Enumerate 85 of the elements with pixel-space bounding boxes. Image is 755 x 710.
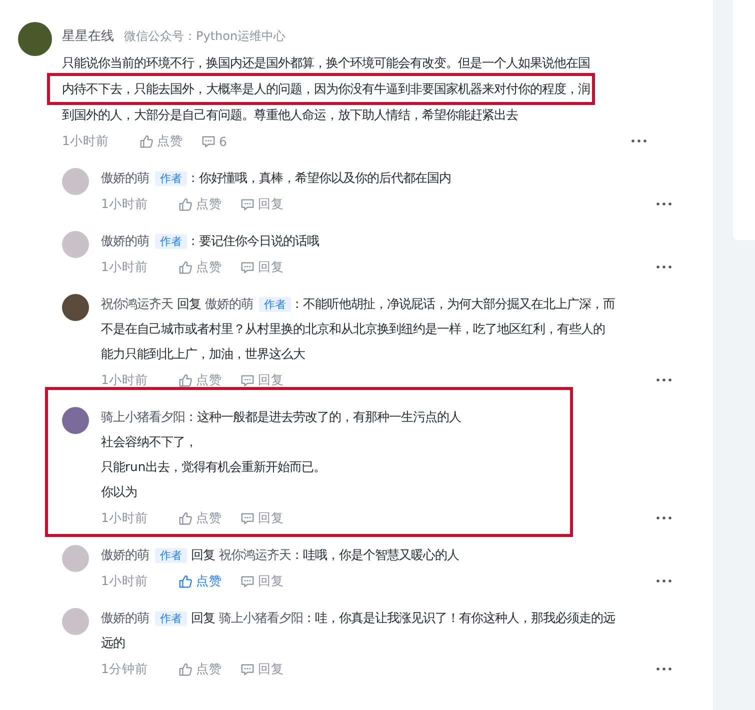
- author-badge: 作者: [259, 297, 291, 312]
- comment-icon: [240, 196, 255, 212]
- timestamp: 1小时前: [62, 132, 109, 150]
- thumbs-up-icon: [178, 510, 193, 526]
- reply-text: 要记住你今日说的话哦: [199, 234, 320, 248]
- timestamp: 1小时前: [101, 196, 148, 212]
- reply-to-name[interactable]: 傲娇的萌: [205, 297, 253, 311]
- reply-text: 这种一般都是进去劳改了的，有那种一生污点的人: [197, 410, 462, 424]
- reply-text: 远的: [101, 636, 125, 650]
- more-icon[interactable]: [656, 202, 672, 206]
- author-name[interactable]: 祝你鸿运齐天: [101, 297, 173, 311]
- thumbs-up-icon: [138, 134, 154, 148]
- reply-button[interactable]: 回复: [240, 572, 284, 590]
- timestamp: 1小时前: [101, 372, 148, 388]
- reply-text: 只能run出去，觉得有机会重新开始而已。: [101, 460, 326, 474]
- like-button[interactable]: 点赞: [178, 258, 222, 276]
- reply-button[interactable]: 回复: [240, 258, 284, 276]
- author-source: 微信公众号：Python运维中心: [124, 28, 286, 45]
- separator: :: [191, 234, 196, 248]
- more-icon[interactable]: [656, 265, 672, 269]
- comment-icon: [240, 372, 255, 388]
- author-name[interactable]: 骑上小猪看夕阳: [101, 410, 185, 424]
- avatar[interactable]: [62, 407, 89, 434]
- reply-text: 你好懂哦，真棒，希望你以及你的后代都在国内: [199, 171, 452, 185]
- author-badge: 作者: [155, 234, 187, 249]
- timestamp: 1小时前: [101, 572, 148, 590]
- author-badge: 作者: [155, 171, 187, 186]
- like-button[interactable]: 点赞: [178, 372, 222, 388]
- reply-count-button[interactable]: 6: [200, 134, 227, 148]
- more-icon[interactable]: [656, 579, 672, 583]
- more-icon[interactable]: [656, 516, 672, 520]
- like-button[interactable]: 点赞: [178, 572, 222, 590]
- author-badge: 作者: [155, 548, 187, 563]
- timestamp: 1小时前: [101, 510, 148, 526]
- reply-text: 哇，你真是让我涨见识了！有你这种人，那我必须走的远: [315, 611, 616, 625]
- comment-icon: [240, 662, 255, 676]
- timestamp: 1分钟前: [101, 660, 148, 678]
- reply-text: 社会容纳不下了，: [101, 435, 197, 449]
- author-name[interactable]: 傲娇的萌: [101, 611, 149, 625]
- reply-text: 你以为: [101, 485, 137, 499]
- separator: :: [295, 548, 300, 562]
- reply-label: 回复: [191, 548, 215, 562]
- avatar[interactable]: [18, 22, 52, 56]
- like-button[interactable]: 点赞: [178, 196, 222, 212]
- reply-button[interactable]: 回复: [240, 372, 284, 388]
- author-name[interactable]: 傲娇的萌: [101, 234, 149, 248]
- timestamp: 1小时前: [101, 258, 148, 276]
- thumbs-up-icon: [178, 574, 193, 588]
- reply-button[interactable]: 回复: [240, 660, 284, 678]
- reply-text: 哇哦，你是个智慧又暖心的人: [303, 548, 460, 562]
- comment-icon: [200, 134, 216, 148]
- reply-label: 回复: [191, 611, 215, 625]
- more-icon[interactable]: [656, 667, 672, 671]
- author-badge: 作者: [155, 611, 187, 626]
- like-button[interactable]: 点赞: [138, 132, 183, 150]
- reply-to-name[interactable]: 祝你鸿运齐天: [219, 548, 291, 562]
- thumbs-up-icon: [178, 196, 193, 212]
- like-button[interactable]: 点赞: [178, 510, 222, 526]
- separator: :: [191, 171, 196, 185]
- avatar[interactable]: [62, 294, 89, 321]
- separator: :: [189, 410, 194, 424]
- comment-text-line: 到国外的人，大部分是自己有问题。尊重他人命运，放下助人情结，希望你能赶紧出去: [62, 107, 518, 124]
- reply-text: 不是在自己城市或者村里？从村里换的北京和从北京换到纽约是一样，吃了地区红利，有些人的: [101, 322, 605, 336]
- reply-text: 能力只能到北上广，加油，世界这么大: [101, 347, 305, 361]
- comment-icon: [240, 574, 255, 588]
- more-icon[interactable]: [631, 139, 647, 143]
- author-name[interactable]: 傲娇的萌: [101, 548, 149, 562]
- reply-to-name[interactable]: 骑上小猪看夕阳: [219, 611, 303, 625]
- separator: :: [295, 297, 300, 311]
- reply-label: 回复: [177, 297, 201, 311]
- author-name[interactable]: 星星在线: [62, 23, 114, 51]
- thumbs-up-icon: [178, 260, 193, 274]
- author-name[interactable]: 傲娇的萌: [101, 171, 149, 185]
- comment-icon: [240, 260, 255, 274]
- reply-text: 不能听他胡扯，净说屁话，为何大部分掘又在北上广深，而: [303, 297, 616, 311]
- separator: :: [307, 611, 312, 625]
- thumbs-up-icon: [178, 372, 193, 388]
- thumbs-up-icon: [178, 662, 193, 676]
- like-button[interactable]: 点赞: [178, 660, 222, 678]
- reply-button[interactable]: 回复: [240, 510, 284, 526]
- comment-text-line: 内待不下去，只能去国外，大概率是人的问题，因为你没有牛逼到非要国家机器来对付你的程度，润: [50, 76, 592, 102]
- comment-icon: [240, 510, 255, 526]
- more-icon[interactable]: [656, 378, 672, 382]
- reply-button[interactable]: 回复: [240, 196, 284, 212]
- comment-text-line: 只能说你当前的环境不行，换国内还是国外都算，换个环境可能会有改变。但是一个人如果说他在国: [62, 55, 590, 72]
